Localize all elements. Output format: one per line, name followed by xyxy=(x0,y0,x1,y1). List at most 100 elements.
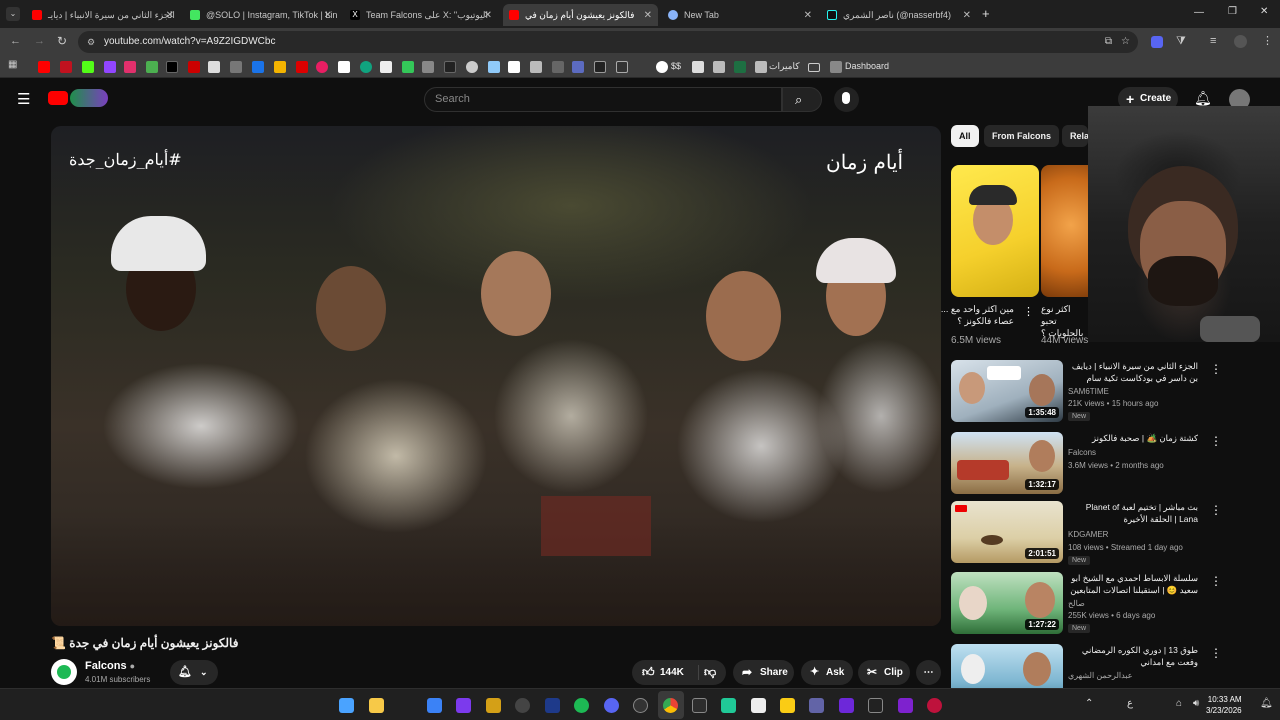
more-options-icon[interactable]: ⋮ xyxy=(1210,503,1222,517)
bookmark-icon[interactable] xyxy=(188,61,200,73)
app-icon[interactable] xyxy=(721,698,736,713)
google-icon[interactable] xyxy=(656,61,668,73)
excel-icon[interactable] xyxy=(734,61,746,73)
teams-icon[interactable] xyxy=(809,698,824,713)
kick-icon[interactable] xyxy=(82,61,94,73)
youtube-logo-icon[interactable] xyxy=(48,91,68,105)
channel-avatar[interactable] xyxy=(51,659,77,685)
recommended-video[interactable]: 1:35:48 الجزء الثاني من سيرة الانبياء | … xyxy=(951,360,1231,422)
more-actions-button[interactable]: ⋯ xyxy=(916,660,941,685)
bookmark-icon[interactable] xyxy=(488,61,500,73)
back-icon[interactable]: ← xyxy=(10,35,21,47)
app-icon[interactable] xyxy=(486,698,501,713)
bookmark-icon[interactable] xyxy=(146,61,158,73)
video-thumbnail[interactable]: 1:32:17 xyxy=(951,432,1063,494)
app-icon[interactable] xyxy=(427,698,442,713)
short-thumbnail[interactable] xyxy=(951,165,1039,297)
doodle-logo-icon[interactable] xyxy=(70,89,108,107)
bookmark-icon[interactable] xyxy=(230,61,242,73)
bookmark-icon[interactable] xyxy=(552,61,564,73)
more-options-icon[interactable]: ⋮ xyxy=(1210,646,1222,660)
more-options-icon[interactable]: ⋮ xyxy=(1210,434,1222,448)
discord-extension-icon[interactable] xyxy=(1151,36,1163,48)
forward-icon[interactable]: → xyxy=(34,35,45,47)
bookmark-dollar[interactable]: $$ xyxy=(671,61,681,71)
app-icon[interactable] xyxy=(927,698,942,713)
more-options-icon[interactable]: ⋮ xyxy=(1210,362,1222,376)
more-options-icon[interactable]: ⋮ xyxy=(1210,574,1222,588)
discord-icon[interactable] xyxy=(604,698,619,713)
close-icon[interactable]: ✕ xyxy=(963,10,971,21)
bookmark-icon[interactable] xyxy=(380,61,392,73)
profile-avatar[interactable] xyxy=(1234,35,1247,48)
close-icon[interactable]: ✕ xyxy=(484,10,492,21)
bookmark-icon[interactable] xyxy=(594,61,606,73)
bookmark-icon[interactable] xyxy=(616,61,628,73)
notifications-bell-icon[interactable]: 🔔︎ xyxy=(1194,90,1212,107)
app-icon[interactable] xyxy=(545,698,560,713)
bookmark-star-icon[interactable]: ☆ xyxy=(1121,31,1130,53)
bookmark-icon[interactable] xyxy=(316,61,328,73)
like-count[interactable]: 144K xyxy=(660,660,684,685)
maximize-button[interactable]: ❐ xyxy=(1228,6,1237,17)
app-icon[interactable] xyxy=(633,698,648,713)
bookmark-icon[interactable] xyxy=(60,61,72,73)
chip-from-falcons[interactable]: From Falcons xyxy=(984,125,1060,147)
recommended-video[interactable]: 1:27:22 سلسلة الابساط احمدي مع الشيخ ابو… xyxy=(951,572,1231,634)
short-menu-icon[interactable]: ⋮ xyxy=(1023,305,1034,318)
video-title[interactable]: كشتة زمان 🏕️ | صحبة فالكونز xyxy=(1068,432,1198,444)
dislike-icon[interactable]: 👎︎ xyxy=(704,660,716,685)
app-icon[interactable] xyxy=(780,698,795,713)
bookmark-icon[interactable] xyxy=(296,61,308,73)
like-icon[interactable]: 👍︎ xyxy=(642,660,655,685)
bookmark-icon[interactable] xyxy=(572,61,584,73)
app-icon[interactable] xyxy=(868,698,883,713)
recommended-video[interactable]: طوق 13 | دوري الكوره الرمضاني وفعت مع ام… xyxy=(951,644,1231,688)
app-icon[interactable] xyxy=(839,698,854,713)
app-icon[interactable] xyxy=(515,698,530,713)
language-indicator[interactable]: ع xyxy=(1127,698,1133,709)
bookmark-icon[interactable] xyxy=(508,61,520,73)
volume-icon[interactable]: 🔊︎ xyxy=(1193,698,1199,709)
video-thumbnail[interactable]: 2:01:51 xyxy=(951,501,1063,563)
search-button[interactable]: ⌕ xyxy=(782,87,822,112)
clip-button[interactable]: ✂ Clip xyxy=(858,660,910,685)
channel-name[interactable]: صالح xyxy=(1068,599,1085,608)
tab-new-tab[interactable]: New Tab ✕ xyxy=(662,4,818,26)
chrome-icon[interactable] xyxy=(663,698,678,713)
short-title[interactable]: مين اكثر واحد مع ... عصاء فالكونز ؟ xyxy=(940,303,1014,327)
chip-related[interactable]: Rela xyxy=(1062,125,1088,147)
reading-list-icon[interactable]: ≡ xyxy=(1210,35,1216,47)
app-icon[interactable] xyxy=(898,698,913,713)
file-explorer-icon[interactable] xyxy=(369,698,384,713)
bookmark-icon[interactable] xyxy=(360,61,372,73)
system-clock[interactable]: 10:33 AM 3/23/2026 xyxy=(1206,694,1242,716)
bookmark-icon[interactable] xyxy=(422,61,434,73)
video-title[interactable]: بث مباشر | تختيم لعبة Planet of Lana | ا… xyxy=(1068,501,1198,525)
tab-sam6time[interactable]: الجزء الثاني من سيرة الانبياء | ديايـ ✕ xyxy=(26,4,180,26)
bookmark-icon[interactable] xyxy=(755,61,767,73)
short-thumbnail[interactable] xyxy=(1041,165,1088,297)
video-title[interactable]: طوق 13 | دوري الكوره الرمضاني وفعت مع ام… xyxy=(1068,644,1198,668)
ask-button[interactable]: ✦ Ask xyxy=(801,660,853,685)
bookmark-icon[interactable] xyxy=(402,61,414,73)
new-tab-button[interactable]: + xyxy=(982,6,990,21)
x-icon[interactable] xyxy=(166,61,178,73)
reload-icon[interactable]: ↻ xyxy=(57,34,67,48)
bookmark-icon[interactable] xyxy=(530,61,542,73)
bookmark-icon[interactable] xyxy=(692,61,704,73)
install-icon[interactable]: ⧉ xyxy=(1105,31,1112,53)
search-input[interactable]: Search xyxy=(424,87,782,112)
channel-name[interactable]: SAM6TIME xyxy=(1068,387,1109,396)
site-info-icon[interactable]: ⚙ xyxy=(87,31,95,53)
close-window-button[interactable]: ✕ xyxy=(1260,6,1268,17)
bookmark-icon[interactable] xyxy=(830,61,842,73)
recommended-video[interactable]: 2:01:51 بث مباشر | تختيم لعبة Planet of … xyxy=(951,501,1231,565)
channel-name[interactable]: Falcons xyxy=(1068,448,1096,457)
app-icon[interactable] xyxy=(456,698,471,713)
short-title[interactable]: اكثر نوع تحبو بالحلويات ؟ xyxy=(1041,303,1088,339)
video-thumbnail[interactable]: 1:35:48 xyxy=(951,360,1063,422)
extensions-icon[interactable]: ⧩ xyxy=(1176,35,1186,48)
video-thumbnail[interactable] xyxy=(951,644,1063,688)
instagram-icon[interactable] xyxy=(124,61,136,73)
